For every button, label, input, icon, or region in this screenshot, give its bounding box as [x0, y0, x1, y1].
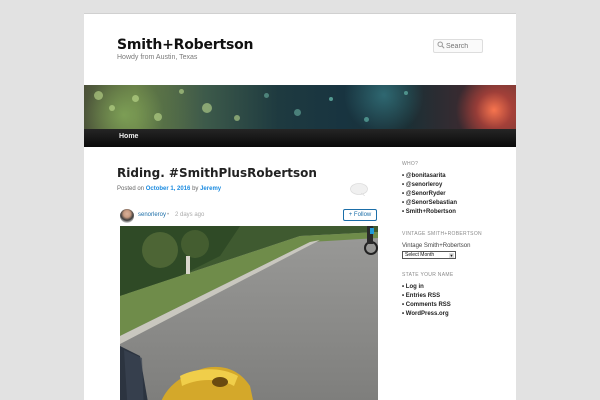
sidebar-link-login[interactable]: Log in — [402, 283, 502, 292]
search-icon — [437, 41, 445, 49]
post-author-link[interactable]: Jeremy — [200, 186, 221, 192]
page-container: Smith+Robertson Howdy from Austin, Texas… — [84, 13, 516, 400]
sidebar-link-entries-rss[interactable]: Entries RSS — [402, 292, 502, 301]
chevron-down-icon: ▼ — [449, 253, 454, 258]
post-date-link[interactable]: October 1, 2016 — [146, 186, 191, 192]
sidebar-link-bonitasarita[interactable]: @bonitasarita — [402, 172, 502, 181]
follow-button[interactable]: + Follow — [343, 209, 377, 221]
sidebar-link-smith-robertson[interactable]: Smith+Robertson — [402, 208, 502, 217]
separator-dot: • — [167, 212, 170, 218]
meta-list: Log in Entries RSS Comments RSS WordPres… — [402, 283, 502, 319]
main-navigation: Home — [84, 129, 516, 147]
widget-heading-state: STATE YOUR NAME — [402, 272, 454, 278]
instagram-username[interactable]: senorleroy — [138, 212, 166, 218]
search-input[interactable] — [446, 41, 482, 52]
search-box[interactable] — [433, 39, 483, 53]
sidebar-link-comments-rss[interactable]: Comments RSS — [402, 301, 502, 310]
instagram-photo[interactable] — [120, 226, 378, 400]
post-meta: Posted on October 1, 2016 by Jeremy — [117, 186, 221, 192]
instagram-timestamp[interactable]: 2 days ago — [175, 212, 204, 218]
archive-select-value: Select Month — [405, 252, 435, 258]
archive-month-select[interactable]: Select Month ▼ — [402, 251, 456, 259]
avatar[interactable] — [120, 209, 134, 223]
photo-scene — [120, 226, 378, 400]
sidebar-link-senorleroy[interactable]: @senorleroy — [402, 181, 502, 190]
post-title[interactable]: Riding. #SmithPlusRobertson — [117, 166, 317, 180]
header-banner-image[interactable] — [84, 85, 516, 129]
vintage-label: Vintage Smith+Robertson — [402, 243, 471, 249]
widget-heading-vintage: VINTAGE SMITH+ROBERTSON — [402, 231, 482, 237]
comment-bubble-icon[interactable] — [350, 183, 368, 196]
nav-item-home[interactable]: Home — [119, 133, 138, 140]
widget-heading-who: WHO? — [402, 161, 419, 167]
sidebar-link-senorsebastian[interactable]: @SenorSebastian — [402, 199, 502, 208]
sidebar-link-wordpress[interactable]: WordPress.org — [402, 310, 502, 319]
instagram-embed-header: senorleroy • 2 days ago + Follow — [120, 208, 378, 228]
posted-by: by — [192, 186, 199, 192]
sidebar: WHO? @bonitasarita @senorleroy @SenorRyd… — [402, 161, 502, 319]
who-list: @bonitasarita @senorleroy @SenorRyder @S… — [402, 172, 502, 217]
site-description: Howdy from Austin, Texas — [117, 54, 198, 61]
posted-prefix: Posted on — [117, 186, 145, 192]
sidebar-link-senorryder[interactable]: @SenorRyder — [402, 190, 502, 199]
site-title[interactable]: Smith+Robertson — [117, 37, 253, 53]
